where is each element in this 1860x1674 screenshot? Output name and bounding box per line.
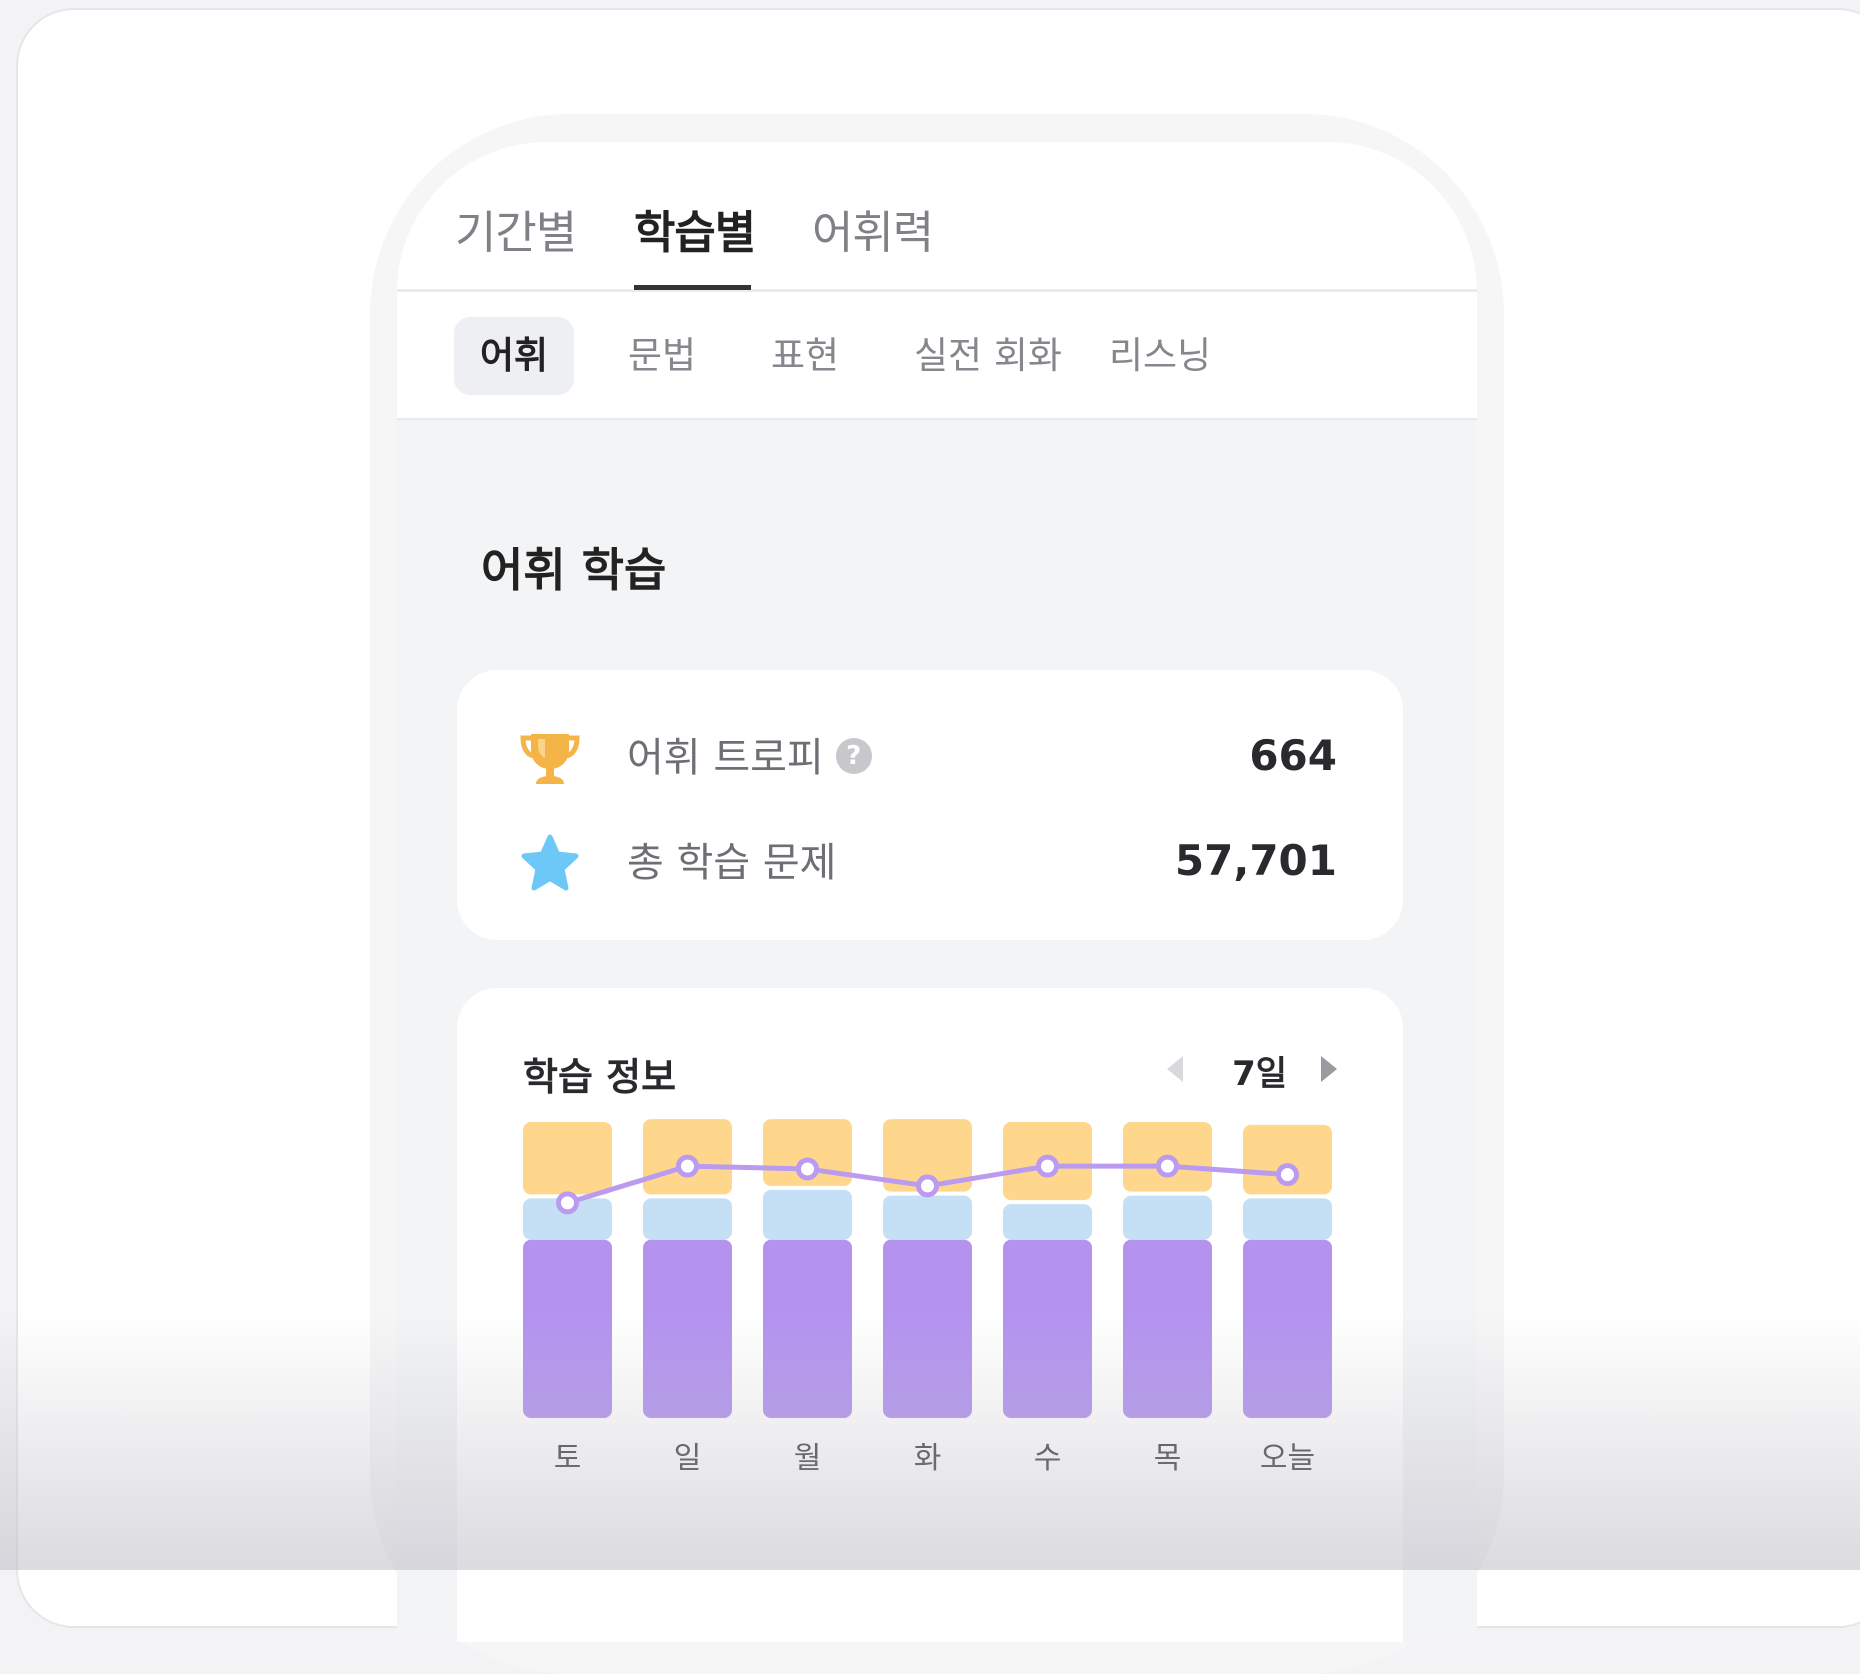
x-tick-label: 토	[554, 1441, 582, 1476]
bar-segment-purple	[643, 1239, 732, 1418]
tab-vocabulary-power[interactable]: 어휘력	[812, 196, 934, 261]
study-info-card: 학습 정보 7일 토 일 월 화 수 목 오늘	[457, 988, 1403, 1642]
study-chart: 토 일 월 화 수 목 오늘	[523, 1119, 1332, 1476]
bar-segment-purple	[1003, 1239, 1092, 1418]
trophy-row: 어휘 트로피? 664	[457, 720, 1403, 800]
trend-point	[556, 1191, 579, 1215]
study-info-title: 학습 정보	[523, 1055, 677, 1099]
tab-by-study[interactable]: 학습별	[634, 196, 756, 261]
bar-segment-blue	[643, 1198, 732, 1240]
x-tick-label: 목	[1154, 1441, 1182, 1476]
bar-segment-orange	[523, 1122, 612, 1195]
trophy-icon	[520, 734, 580, 784]
trend-point	[916, 1174, 939, 1198]
sub-tab-bar: 어휘 문법 표현 실전 회화 리스닝	[397, 292, 1477, 420]
subtab-grammar[interactable]: 문법	[628, 317, 696, 395]
x-tick-label: 월	[794, 1441, 822, 1476]
phone-screen: 기간별 학습별 어휘력 어휘 문법 표현 실전 회화 리스닝 어휘 학습 어휘 …	[397, 142, 1477, 1642]
trophy-label: 어휘 트로피?	[627, 728, 872, 788]
subtab-listening[interactable]: 리스닝	[1109, 317, 1211, 395]
stats-card: 어휘 트로피? 664 총 학습 문제 57,701	[457, 670, 1403, 940]
bar-segment-blue	[1123, 1195, 1212, 1240]
trophy-value: 664	[1249, 731, 1337, 780]
subtab-conversation[interactable]: 실전 회화	[914, 317, 1062, 395]
x-tick-label: 화	[914, 1441, 942, 1476]
x-tick-label: 일	[674, 1441, 702, 1476]
period-label: 7일	[1232, 1054, 1287, 1094]
star-icon	[521, 834, 579, 891]
help-icon[interactable]: ?	[835, 738, 872, 774]
total-questions-label: 총 학습 문제	[627, 840, 837, 886]
bar-segment-blue	[883, 1195, 972, 1240]
total-questions-row: 총 학습 문제 57,701	[457, 825, 1403, 905]
bar-segment-blue	[763, 1189, 852, 1240]
trend-point	[1036, 1154, 1059, 1178]
active-tab-indicator	[634, 285, 751, 290]
subtab-vocabulary[interactable]: 어휘	[454, 317, 575, 395]
bar-segment-purple	[1243, 1239, 1332, 1418]
bar-segment-blue	[1243, 1198, 1332, 1240]
bar-segment-purple	[1123, 1239, 1212, 1418]
bar-segment-purple	[523, 1239, 612, 1418]
main-tab-bar: 기간별 학습별 어휘력	[397, 142, 1477, 292]
bar-segment-blue	[1003, 1204, 1092, 1240]
trend-point	[676, 1154, 699, 1178]
x-tick-label: 수	[1034, 1441, 1062, 1476]
next-period-button[interactable]	[1321, 1056, 1337, 1082]
section-title: 어휘 학습	[481, 543, 667, 597]
content-area: 어휘 학습 어휘 트로피? 664 총 학습 문제 57,701 학습 정보 7…	[397, 420, 1477, 1642]
bar-segment-purple	[763, 1239, 852, 1418]
tab-by-period[interactable]: 기간별	[455, 196, 577, 261]
trend-point	[796, 1157, 819, 1181]
x-tick-label: 오늘	[1260, 1441, 1315, 1476]
trend-point	[1276, 1163, 1299, 1187]
total-questions-value: 57,701	[1174, 836, 1337, 885]
subtab-expression[interactable]: 표현	[771, 317, 839, 395]
prev-period-button[interactable]	[1167, 1056, 1183, 1082]
trend-point	[1156, 1154, 1179, 1178]
bar-segment-purple	[883, 1239, 972, 1418]
trophy-label-text: 어휘 트로피	[627, 735, 824, 781]
